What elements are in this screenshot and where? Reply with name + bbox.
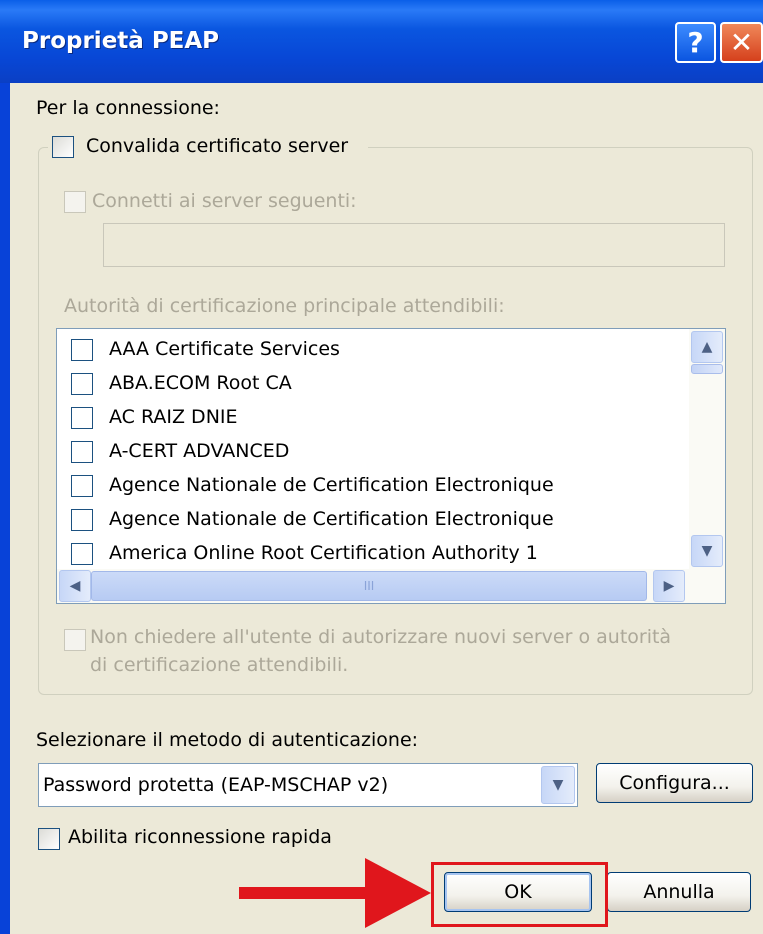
list-item-label: ABA.ECOM Root CA <box>109 372 292 394</box>
annotation-highlight-box <box>431 862 608 927</box>
auth-method-label: Selezionare il metodo di autenticazione: <box>36 729 419 751</box>
help-icon: ? <box>687 26 704 59</box>
window-title: Proprietà PEAP <box>22 28 220 54</box>
list-item[interactable]: A-CERT ADVANCED <box>57 435 687 469</box>
list-item-label: A-CERT ADVANCED <box>109 440 290 462</box>
no-prompt-label-line1: Non chiedere all'utente di autorizzare n… <box>90 626 672 648</box>
trusted-roots-label: Autorità di certificazione principale at… <box>64 295 505 317</box>
connect-servers-checkbox[interactable] <box>64 191 86 213</box>
close-button[interactable]: ✕ <box>720 22 763 63</box>
auth-method-select[interactable]: Password protetta (EAP-MSCHAP v2) ▼ <box>38 763 578 807</box>
scroll-right-button[interactable]: ▶ <box>653 570 685 602</box>
list-item-checkbox[interactable] <box>71 441 93 463</box>
title-bar[interactable]: Proprietà PEAP ? ✕ <box>0 0 763 83</box>
fast-reconnect-checkbox[interactable] <box>38 828 60 850</box>
list-item-label: Agence Nationale de Certification Electr… <box>109 474 554 496</box>
vertical-scrollbar[interactable]: ▲ ▼ <box>689 329 725 569</box>
cancel-button-label: Annulla <box>643 881 715 903</box>
dialog-window: Proprietà PEAP ? ✕ Per la connessione: C… <box>0 0 763 934</box>
list-item-checkbox[interactable] <box>71 475 93 497</box>
list-item-checkbox[interactable] <box>71 543 93 565</box>
chevron-left-icon: ◀ <box>69 578 81 594</box>
list-item[interactable]: Agence Nationale de Certification Electr… <box>57 503 687 537</box>
chevron-down-icon: ▼ <box>701 543 713 559</box>
list-item[interactable]: America Online Root Certification Author… <box>57 537 687 571</box>
dropdown-button[interactable]: ▼ <box>541 766 575 804</box>
no-prompt-label-line2: di certificazione attendibili. <box>90 654 349 676</box>
configure-button-label: Configura... <box>619 772 730 794</box>
list-item[interactable]: Agence Nationale de Certification Electr… <box>57 469 687 503</box>
list-item[interactable]: AC RAIZ DNIE <box>57 401 687 435</box>
close-icon: ✕ <box>729 26 754 59</box>
horizontal-scroll-thumb[interactable]: III <box>91 571 647 601</box>
grip-icon: III <box>363 579 375 593</box>
auth-method-value: Password protetta (EAP-MSCHAP v2) <box>43 774 389 796</box>
validate-cert-row[interactable]: Convalida certificato server <box>48 131 368 165</box>
list-item-label: Agence Nationale de Certification Electr… <box>109 508 554 530</box>
fast-reconnect-label: Abilita riconnessione rapida <box>68 826 332 848</box>
list-item-checkbox[interactable] <box>71 373 93 395</box>
vertical-scroll-thumb[interactable] <box>691 364 723 374</box>
scroll-down-button[interactable]: ▼ <box>691 535 723 567</box>
chevron-right-icon: ▶ <box>663 578 675 594</box>
configure-button[interactable]: Configura... <box>596 763 753 803</box>
list-item[interactable]: AAA Certificate Services <box>57 333 687 367</box>
connect-servers-label: Connetti ai server seguenti: <box>92 190 357 212</box>
list-item-label: America Online Root Certification Author… <box>109 542 538 564</box>
connection-label: Per la connessione: <box>36 97 220 119</box>
list-item[interactable]: ABA.ECOM Root CA <box>57 367 687 401</box>
no-prompt-checkbox[interactable] <box>64 629 86 651</box>
chevron-up-icon: ▲ <box>701 339 713 355</box>
server-names-input[interactable] <box>103 223 725 267</box>
chevron-down-icon: ▼ <box>552 777 564 793</box>
annotation-arrow-icon <box>365 858 431 928</box>
scroll-left-button[interactable]: ◀ <box>59 570 91 602</box>
help-button[interactable]: ? <box>675 22 716 63</box>
validate-cert-label: Convalida certificato server <box>86 135 349 157</box>
cancel-button[interactable]: Annulla <box>607 872 751 912</box>
list-item-label: AC RAIZ DNIE <box>109 406 238 428</box>
annotation-arrow-shaft <box>239 887 367 899</box>
trusted-roots-list[interactable]: AAA Certificate Services ABA.ECOM Root C… <box>56 328 726 604</box>
list-item-checkbox[interactable] <box>71 407 93 429</box>
list-item-checkbox[interactable] <box>71 509 93 531</box>
list-item-label: AAA Certificate Services <box>109 338 340 360</box>
scroll-up-button[interactable]: ▲ <box>691 331 723 363</box>
horizontal-scrollbar[interactable]: ◀ III ▶ <box>57 569 725 603</box>
list-item-checkbox[interactable] <box>71 339 93 361</box>
validate-cert-checkbox[interactable] <box>52 136 74 158</box>
dialog-body: Per la connessione: Convalida certificat… <box>10 83 763 934</box>
